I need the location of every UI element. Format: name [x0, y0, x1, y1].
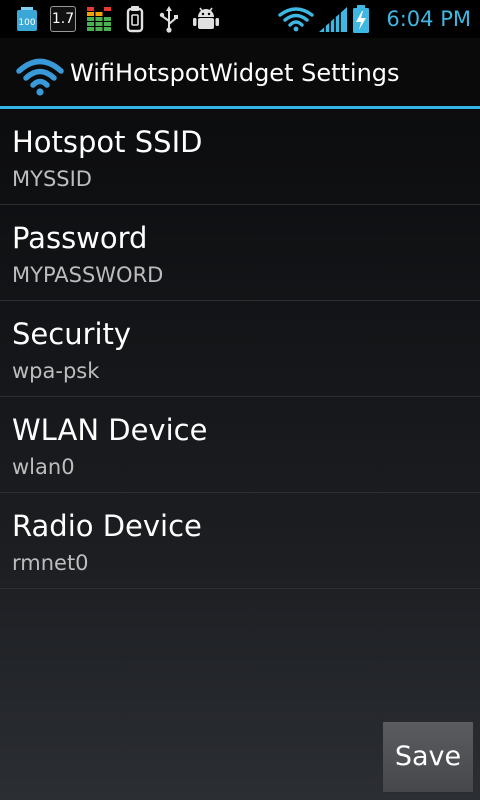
pref-title: Radio Device — [12, 509, 202, 543]
pref-radio-device[interactable]: Radio Device rmnet0 — [0, 493, 480, 589]
pref-password[interactable]: Password MYPASSWORD — [0, 205, 480, 301]
action-bar: WifiHotspotWidget Settings — [0, 38, 480, 106]
battery-charging-icon — [353, 5, 369, 33]
status-clock: 6:04 PM — [386, 7, 471, 31]
android-debug-icon — [193, 7, 219, 29]
status-bar: 100 1.7 6:04 PM — [0, 0, 480, 38]
clipboard-icon — [126, 6, 144, 33]
page-title: WifiHotspotWidget Settings — [70, 59, 400, 87]
equalizer-icon — [87, 7, 111, 31]
wifi-signal-icon — [278, 7, 314, 32]
pref-hotspot-ssid[interactable]: Hotspot SSID MYSSID — [0, 109, 480, 205]
pref-summary: rmnet0 — [12, 551, 89, 575]
preferences-list: Hotspot SSID MYSSID Password MYPASSWORD … — [0, 109, 480, 589]
pref-summary: MYPASSWORD — [12, 263, 164, 287]
pref-title: Security — [12, 317, 132, 351]
pref-summary: wlan0 — [12, 455, 75, 479]
pref-title: WLAN Device — [12, 413, 208, 447]
save-button[interactable]: Save — [382, 721, 474, 793]
pref-summary: MYSSID — [12, 167, 92, 191]
pref-title: Password — [12, 221, 148, 255]
pref-summary: wpa-psk — [12, 359, 100, 383]
cell-signal-icon — [319, 6, 347, 32]
battery-100-badge: 100 — [17, 7, 37, 31]
wifi-icon — [16, 58, 64, 96]
pref-security[interactable]: Security wpa-psk — [0, 301, 480, 397]
pref-title: Hotspot SSID — [12, 125, 203, 159]
usb-icon — [159, 6, 178, 33]
pref-wlan-device[interactable]: WLAN Device wlan0 — [0, 397, 480, 493]
cpu-badge: 1.7 — [50, 6, 76, 32]
battery-100-text: 100 — [18, 18, 35, 28]
